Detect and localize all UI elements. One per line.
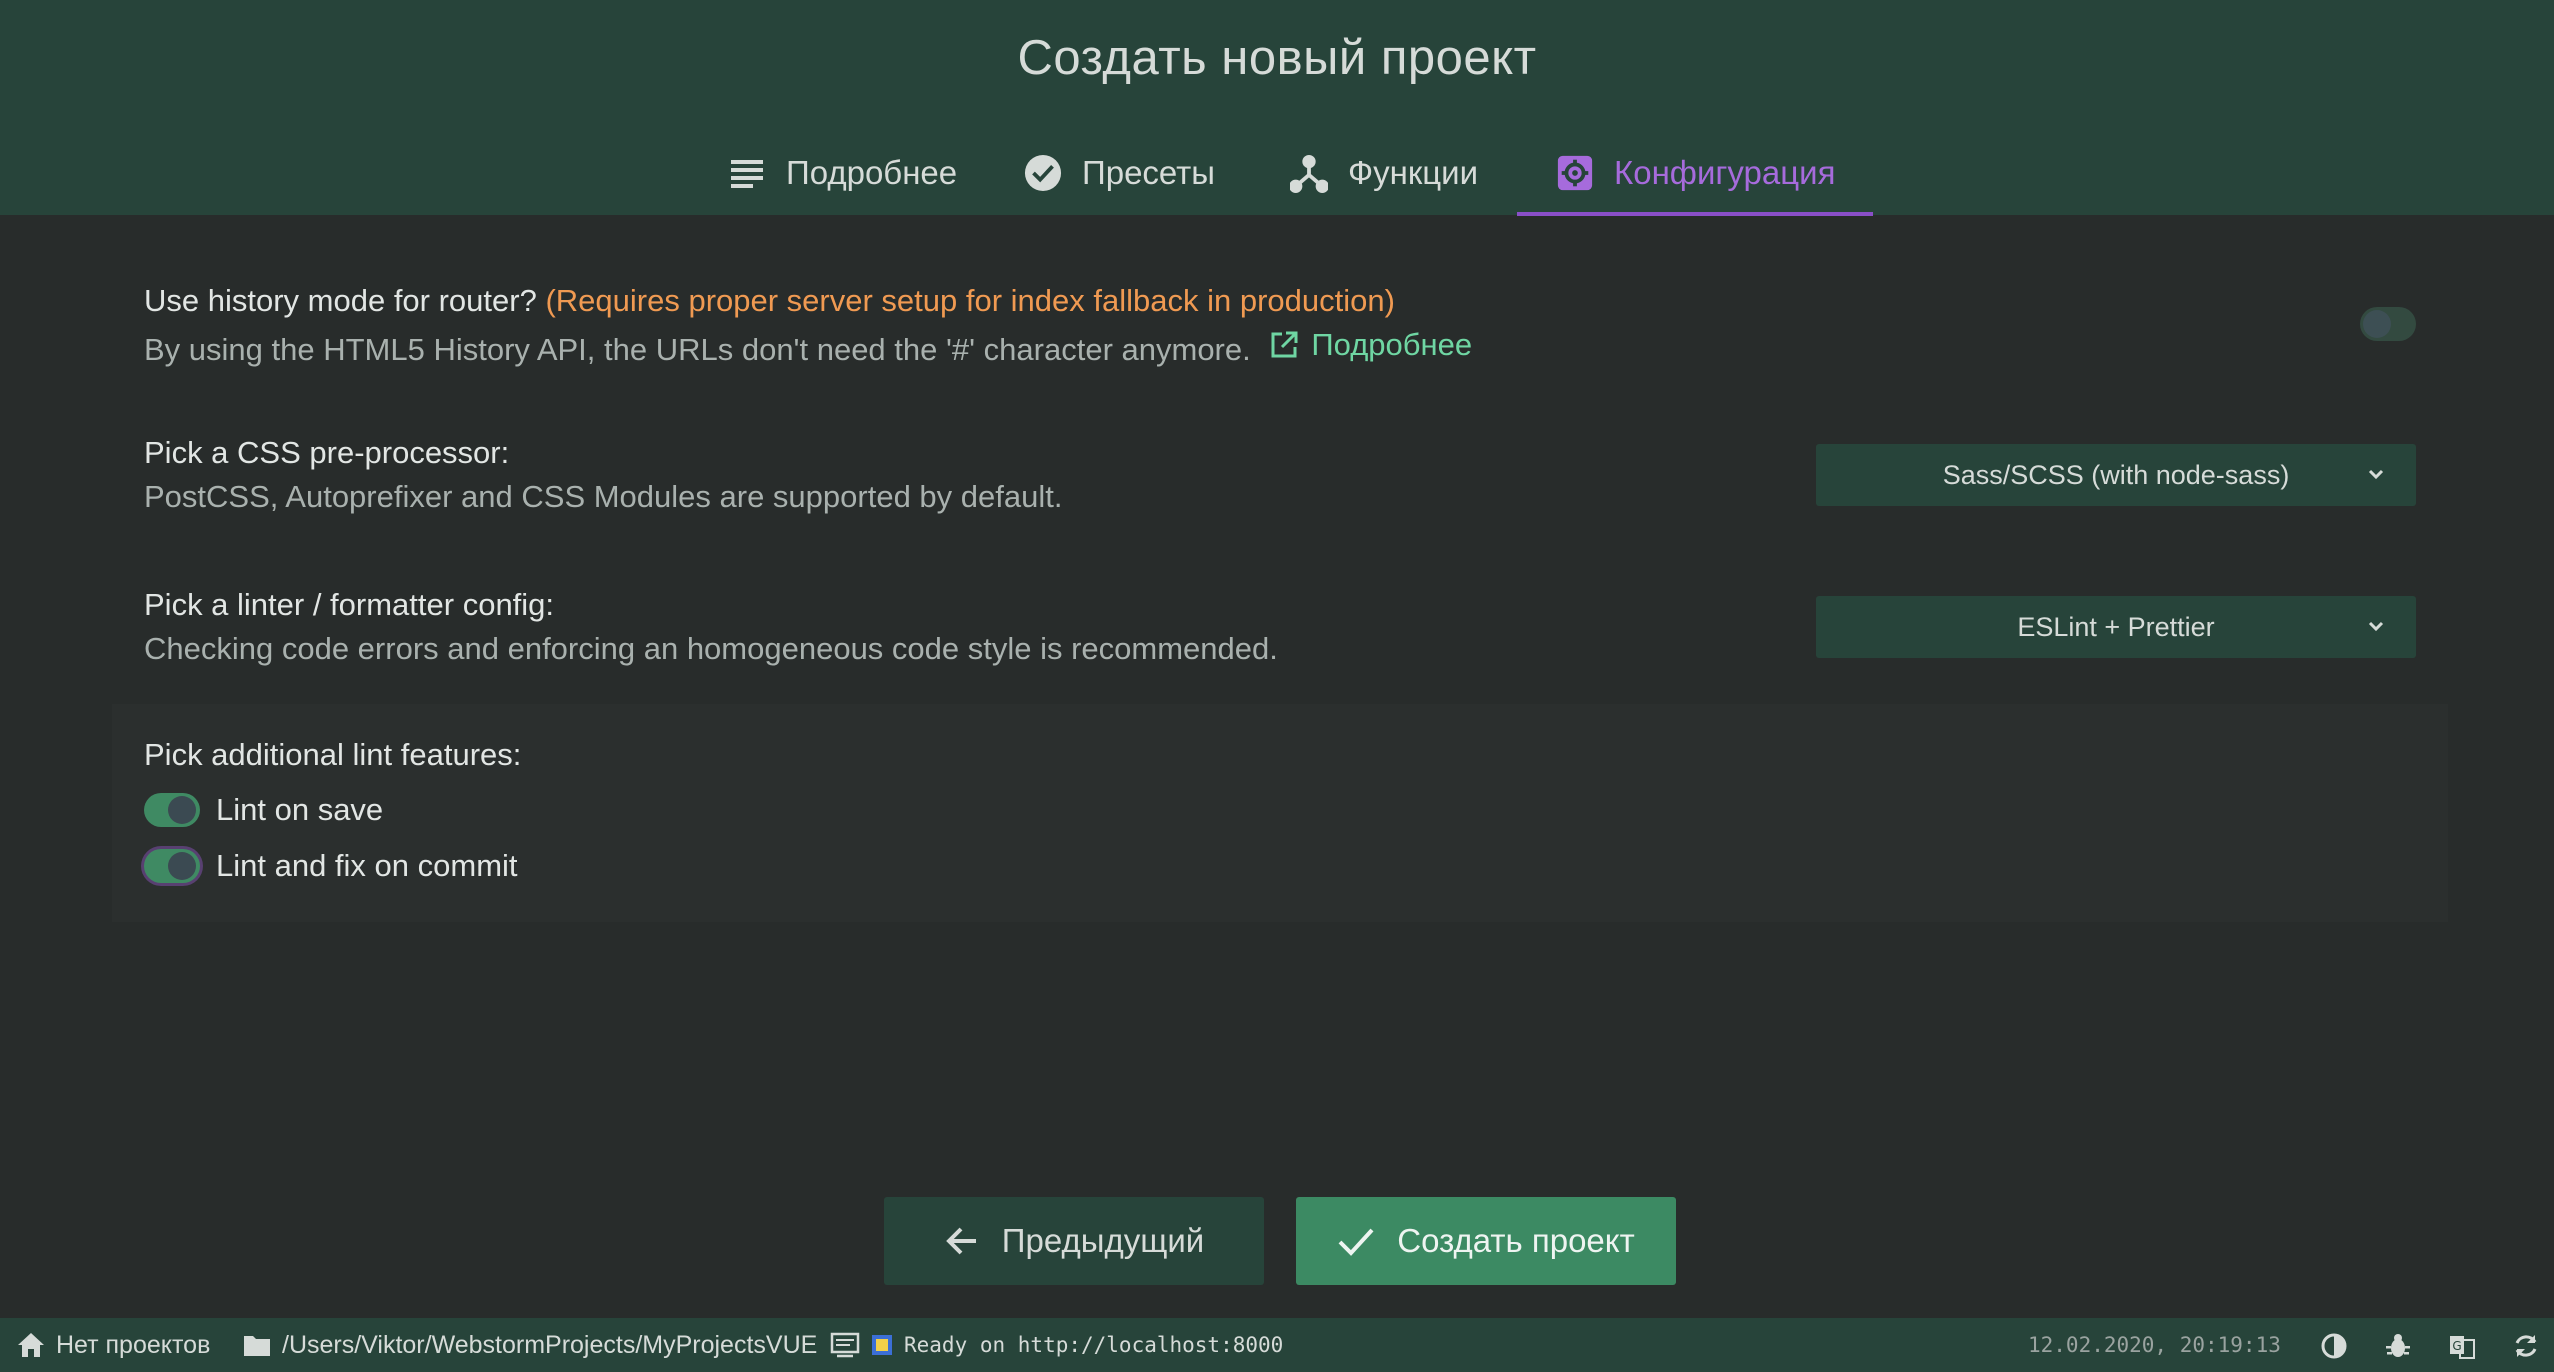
lint-on-save-toggle[interactable] (144, 793, 200, 827)
dark-mode-icon[interactable] (2320, 1332, 2348, 1360)
external-link-icon (1271, 331, 1298, 358)
previous-button-label: Предыдущий (1001, 1222, 1205, 1259)
refresh-icon[interactable] (2512, 1332, 2540, 1360)
history-more-link-label: Подробнее (1311, 327, 1473, 362)
history-description: By using the HTML5 History API, the URLs… (144, 323, 1472, 372)
tab-features[interactable]: Функции (1286, 130, 1482, 215)
previous-button[interactable]: Предыдущий (884, 1197, 1264, 1285)
history-mode-question: Use history mode for router? (Requires p… (144, 279, 1472, 323)
create-project-button-label: Создать проект (1397, 1222, 1635, 1259)
css-label: Pick a CSS pre-processor: (144, 435, 510, 470)
lint-features-label: Pick additional lint features: (144, 737, 522, 772)
page-title: Создать новый проект (1017, 31, 1537, 85)
linter-select[interactable]: ESLint + Prettier (1816, 596, 2416, 658)
tab-features-label: Функции (1348, 153, 1479, 191)
history-description-text: By using the HTML5 History API, the URLs… (144, 332, 1251, 367)
home-icon (18, 1333, 44, 1357)
linter-row: Pick a linter / formatter config: Checki… (144, 583, 1278, 671)
linter-description: Checking code errors and enforcing an ho… (144, 631, 1278, 666)
fork-icon (1290, 154, 1328, 193)
css-preprocessor-select[interactable]: Sass/SCSS (with node-sass) (1816, 444, 2416, 506)
create-project-button[interactable]: Создать проект (1296, 1197, 1676, 1285)
history-more-link[interactable]: Подробнее (1269, 323, 1472, 367)
folder-icon (244, 1336, 270, 1356)
check-icon (1338, 1228, 1374, 1256)
svg-text:G: G (2452, 1339, 2461, 1353)
settings-cog-icon (1556, 154, 1594, 192)
history-mode-toggle[interactable] (2360, 307, 2416, 341)
status-path[interactable]: /Users/Viktor/WebstormProjects/MyProject… (242, 1318, 817, 1372)
chevron-down-icon (2368, 621, 2384, 632)
status-info-icon (872, 1335, 892, 1355)
details-list-icon (728, 154, 766, 192)
status-projects[interactable]: Нет проектов (16, 1318, 210, 1372)
console-icon (830, 1332, 860, 1358)
header: Создать новый проект Подробнее Пресеты Ф… (0, 0, 2554, 216)
lint-fix-commit-toggle[interactable] (144, 849, 200, 883)
translate-icon[interactable]: G (2448, 1332, 2476, 1360)
lint-fix-commit-option[interactable]: Lint and fix on commit (144, 848, 518, 884)
status-projects-label: Нет проектов (56, 1330, 211, 1359)
css-select-value: Sass/SCSS (with node-sass) (1942, 459, 2290, 490)
history-mode-row: Use history mode for router? (Requires p… (144, 279, 1472, 372)
status-log-text: Ready on http://localhost:8000 (904, 1333, 1284, 1357)
toggle-knob (168, 852, 196, 880)
toggle-knob (168, 796, 196, 824)
status-bar: Нет проектов /Users/Viktor/WebstormProje… (0, 1318, 2554, 1372)
history-warning: (Requires proper server setup for index … (545, 283, 1395, 318)
tab-presets-label: Пресеты (1082, 153, 1216, 191)
css-description: PostCSS, Autoprefixer and CSS Modules ar… (144, 479, 1063, 514)
linter-select-value: ESLint + Prettier (2017, 611, 2215, 642)
chevron-down-icon (2368, 469, 2384, 480)
linter-label: Pick a linter / formatter config: (144, 587, 555, 622)
status-path-label: /Users/Viktor/WebstormProjects/MyProject… (282, 1330, 818, 1359)
tab-configuration[interactable]: Конфигурация (1552, 130, 1839, 215)
tab-details[interactable]: Подробнее (724, 130, 961, 215)
check-circle-icon (1024, 154, 1062, 192)
tab-bar: Подробнее Пресеты Функции Конфигурация (0, 130, 2554, 216)
status-log[interactable]: Ready on http://localhost:8000 (830, 1318, 1283, 1372)
history-question-text: Use history mode for router? (144, 283, 537, 318)
toggle-knob (2363, 310, 2391, 338)
tab-details-label: Подробнее (786, 153, 958, 191)
active-tab-indicator (1517, 212, 1873, 216)
css-preprocessor-row: Pick a CSS pre-processor: PostCSS, Autop… (144, 431, 1062, 519)
bug-icon[interactable] (2384, 1332, 2412, 1360)
lint-on-save-label: Lint on save (216, 792, 384, 827)
arrow-left-icon (945, 1227, 976, 1255)
tab-configuration-label: Конфигурация (1614, 153, 1836, 191)
tab-presets[interactable]: Пресеты (1020, 130, 1219, 215)
lint-fix-commit-label: Lint and fix on commit (216, 848, 518, 883)
lint-on-save-option[interactable]: Lint on save (144, 792, 383, 828)
status-datetime: 12.02.2020, 20:19:13 (2028, 1333, 2281, 1357)
